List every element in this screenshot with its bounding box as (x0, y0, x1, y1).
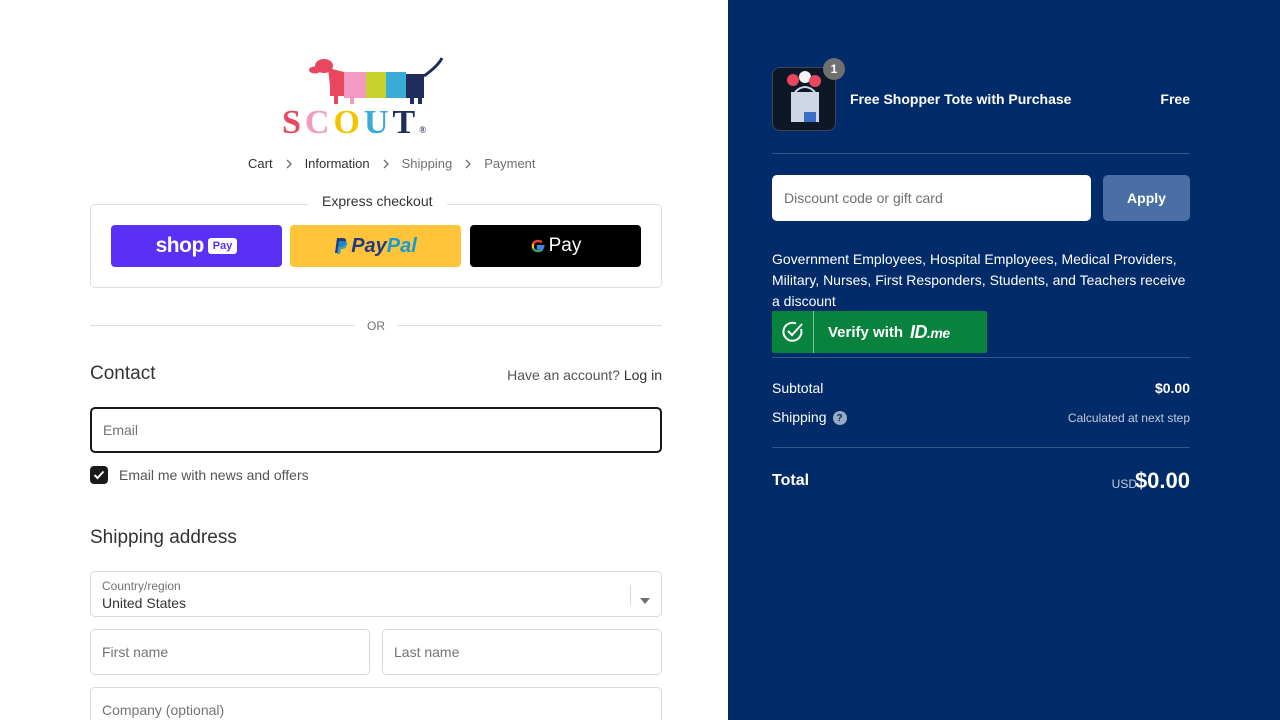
order-summary: 1 Free Shopper Tote with Purchase Free A… (728, 0, 1280, 720)
logo-letter-o: O (333, 104, 364, 141)
breadcrumb-payment: Payment (484, 156, 536, 171)
apply-discount-button[interactable]: Apply (1103, 175, 1190, 221)
idme-logo-id: ID (910, 321, 928, 342)
breadcrumb-information: Information (304, 156, 370, 171)
checkmark-icon (93, 470, 105, 480)
paypal-p-icon (335, 238, 348, 254)
logo-letter-s: S (282, 104, 305, 141)
total-value: $0.00 (1134, 468, 1190, 493)
google-g-icon (531, 239, 545, 253)
shop-pay-button[interactable]: shop Pay (111, 225, 282, 267)
summary-divider (772, 153, 1190, 154)
breadcrumb-cart[interactable]: Cart (248, 156, 273, 171)
help-question-icon[interactable]: ? (832, 411, 847, 426)
verify-idme-button[interactable]: Verify with ID.me (772, 311, 987, 353)
quantity-badge: 1 (823, 58, 845, 80)
logo-letter-c: C (304, 104, 334, 141)
last-name-field[interactable] (383, 630, 661, 674)
summary-divider (772, 447, 1190, 448)
first-name-field[interactable] (91, 630, 369, 674)
newsletter-label: Email me with news and offers (119, 467, 309, 483)
newsletter-checkbox[interactable] (90, 466, 108, 484)
checkout-main: SCOUT® Cart Information Shipping Payment… (0, 0, 728, 720)
product-name: Free Shopper Tote with Purchase (850, 91, 1072, 107)
express-checkout-title: Express checkout (308, 193, 447, 209)
newsletter-option: Email me with news and offers (90, 466, 309, 484)
email-field-wrapper (90, 407, 662, 453)
idme-discount-description: Government Employees, Hospital Employees… (772, 251, 1186, 309)
idme-label: Verify with ID.me (814, 322, 950, 343)
country-value: United States (102, 595, 187, 611)
breadcrumb-shipping: Shipping (401, 156, 453, 171)
verify-with-text: Verify with (828, 323, 904, 341)
shipping-row: Shipping? (772, 409, 847, 426)
chevron-right-icon (380, 158, 392, 170)
email-field[interactable] (92, 409, 660, 451)
login-link[interactable]: Log in (624, 367, 662, 383)
country-label: Country/region (102, 579, 181, 593)
country-select[interactable]: Country/region United States (90, 571, 662, 617)
have-account-prompt: Have an account? Log in (507, 367, 662, 383)
breadcrumb: Cart Information Shipping Payment (248, 156, 536, 171)
total-label: Total (772, 472, 810, 489)
or-line-right (397, 325, 662, 326)
subtotal-value: $0.00 (1154, 380, 1190, 396)
shop-pay-badge: Pay (207, 238, 238, 254)
or-divider: OR (90, 318, 662, 334)
shop-pay-wordmark: shop (155, 234, 205, 257)
company-field-wrapper (90, 687, 662, 720)
discount-code-input[interactable] (772, 175, 1091, 221)
paypal-pal-text: Pal (386, 234, 417, 257)
first-name-field-wrapper (90, 629, 370, 675)
total-currency: USD (1111, 477, 1137, 491)
idme-logo: ID.me (910, 322, 950, 343)
subtotal-label: Subtotal (772, 380, 824, 396)
shipping-label: Shipping (772, 409, 827, 425)
chevron-right-icon (462, 158, 474, 170)
or-text: OR (367, 319, 385, 333)
product-price: Free (1160, 91, 1190, 107)
paypal-button[interactable]: Pay Pal (290, 225, 461, 267)
chevron-right-icon (283, 158, 295, 170)
contact-title: Contact (90, 363, 156, 384)
google-pay-text: Pay (548, 235, 582, 256)
idme-logo-me: .me (927, 324, 950, 341)
shipping-value: Calculated at next step (1067, 411, 1190, 425)
company-field[interactable] (91, 688, 661, 720)
scout-wordmark: SCOUT® (282, 104, 426, 142)
google-pay-button[interactable]: Pay (470, 225, 641, 267)
paypal-pay-text: Pay (351, 234, 387, 257)
registered-mark: ® (419, 125, 426, 135)
discount-field-wrapper (772, 175, 1091, 221)
summary-divider (772, 357, 1190, 358)
logo-letter-u: U (363, 104, 393, 141)
select-divider (630, 585, 631, 605)
last-name-field-wrapper (382, 629, 662, 675)
logo-letter-t: T (392, 104, 420, 141)
shipping-address-title: Shipping address (90, 527, 237, 548)
chevron-down-icon (640, 591, 650, 609)
have-account-text: Have an account? (507, 367, 620, 383)
check-circle-icon (772, 311, 814, 353)
